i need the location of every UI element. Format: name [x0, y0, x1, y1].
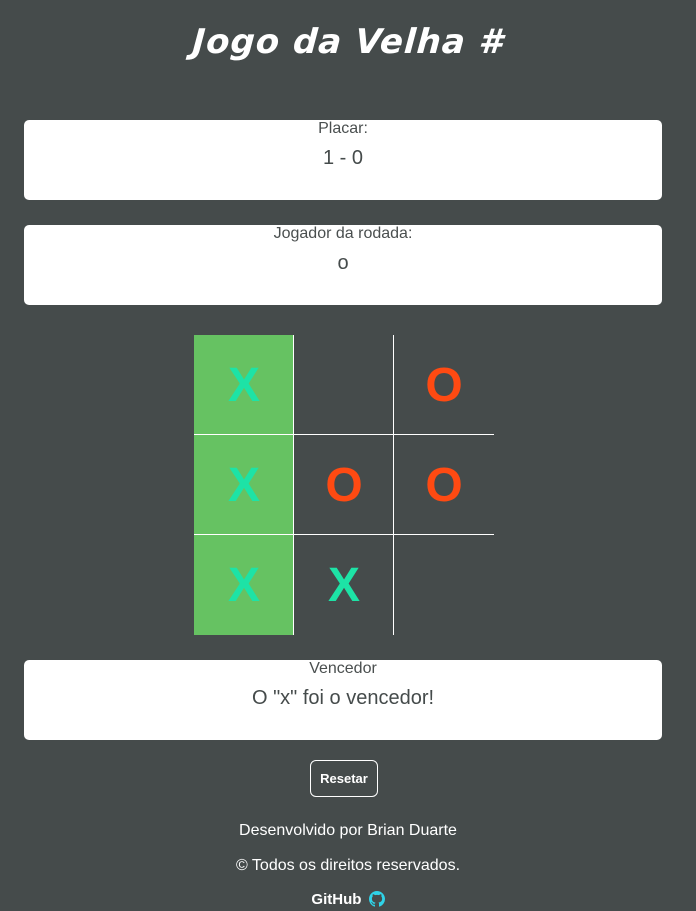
- board-cell-6[interactable]: O: [394, 435, 494, 535]
- current-player-value: o: [337, 252, 349, 274]
- board-cell-1[interactable]: X: [194, 335, 294, 435]
- github-link-label[interactable]: GitHub: [311, 891, 361, 908]
- board-cell-7[interactable]: X: [194, 535, 294, 635]
- score-value: 1 - 0: [322, 147, 364, 169]
- board-cell-4[interactable]: X: [194, 435, 294, 535]
- winner-message: O "x" foi o vencedor!: [251, 687, 435, 709]
- page: Jogo da Velha # Placar: 1 - 0 Jogador da…: [0, 0, 696, 911]
- game-board: X O X O O X X: [194, 335, 494, 635]
- reset-button[interactable]: Resetar: [310, 760, 378, 797]
- github-link[interactable]: GitHub: [0, 891, 696, 908]
- developer-credit: Desenvolvido por Brian Duarte: [239, 822, 457, 839]
- board-cell-2[interactable]: [294, 335, 394, 435]
- current-player-card: Jogador da rodada: o: [24, 225, 662, 305]
- board-cell-9[interactable]: [394, 535, 494, 635]
- board-cell-3[interactable]: O: [394, 335, 494, 435]
- winner-card: Vencedor O "x" foi o vencedor!: [24, 660, 662, 740]
- grid-line-horizontal-1: [194, 434, 494, 435]
- grid-line-vertical-2: [393, 335, 394, 635]
- current-player-label: Jogador da rodada:: [273, 225, 413, 242]
- board-cell-5[interactable]: O: [294, 435, 394, 535]
- github-icon[interactable]: [368, 891, 385, 907]
- board-cell-8[interactable]: X: [294, 535, 394, 635]
- grid-line-vertical-1: [293, 335, 294, 635]
- score-card: Placar: 1 - 0: [24, 120, 662, 200]
- grid-line-horizontal-2: [194, 534, 494, 535]
- score-label: Placar:: [318, 120, 368, 137]
- page-title: Jogo da Velha #: [191, 22, 505, 62]
- winner-label: Vencedor: [309, 660, 377, 677]
- copyright-notice: © Todos os direitos reservados.: [235, 857, 461, 874]
